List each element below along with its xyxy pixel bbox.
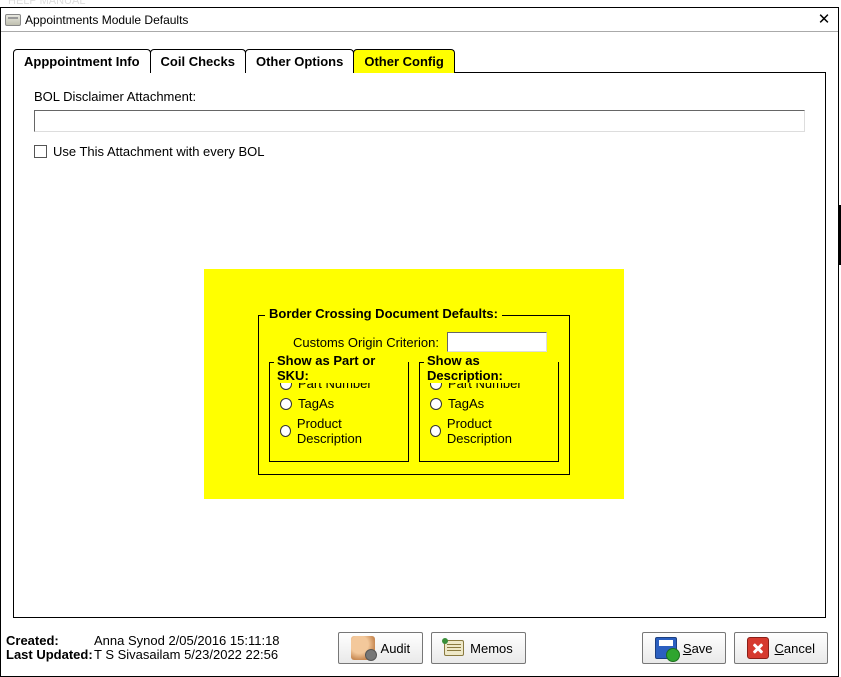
tab-panel-other-config: BOL Disclaimer Attachment: Use This Atta… xyxy=(13,72,826,618)
tab-appointment-info[interactable]: Apppointment Info xyxy=(13,49,151,73)
created-value: Anna Synod 2/05/2016 15:11:18 xyxy=(94,634,280,648)
tabs-container: Apppointment Info Coil Checks Other Opti… xyxy=(13,48,826,618)
radio-option[interactable]: TagAs xyxy=(430,396,548,411)
tab-strip: Apppointment Info Coil Checks Other Opti… xyxy=(13,48,826,72)
save-button-label: Save xyxy=(683,641,713,656)
memos-button[interactable]: Memos xyxy=(431,632,526,664)
app-icon xyxy=(5,14,21,26)
metadata-block: Created:Anna Synod 2/05/2016 15:11:18 La… xyxy=(6,634,280,662)
memos-icon xyxy=(444,640,464,656)
show-as-description-title: Show as Description: xyxy=(424,353,558,383)
bol-use-every-checkbox[interactable] xyxy=(34,145,47,158)
radio-label: TagAs xyxy=(298,396,334,411)
radio-label: Product Description xyxy=(447,416,548,446)
dialog-window: Appointments Module Defaults ✕ Apppointm… xyxy=(0,7,839,677)
highlighted-region: Border Crossing Document Defaults: Custo… xyxy=(204,269,624,499)
background-page-header: HELP MANUAL xyxy=(8,0,85,7)
save-icon xyxy=(655,637,677,659)
save-button[interactable]: Save xyxy=(642,632,726,664)
customs-origin-input[interactable] xyxy=(447,332,547,352)
footer: Created:Anna Synod 2/05/2016 15:11:18 La… xyxy=(6,626,828,670)
tab-coil-checks[interactable]: Coil Checks xyxy=(150,49,246,73)
bol-attachment-input[interactable] xyxy=(34,110,805,132)
customs-origin-row: Customs Origin Criterion: xyxy=(293,332,559,352)
updated-value: T S Sivasailam 5/23/2022 22:56 xyxy=(94,648,278,662)
show-as-description-group: Show as Description: Part Number TagAs P… xyxy=(419,362,559,462)
created-label: Created: xyxy=(6,634,94,648)
bol-label: BOL Disclaimer Attachment: xyxy=(34,89,805,104)
memos-button-label: Memos xyxy=(470,641,513,656)
radio-option[interactable]: TagAs xyxy=(280,396,398,411)
audit-button[interactable]: Audit xyxy=(338,632,424,664)
customs-origin-label: Customs Origin Criterion: xyxy=(293,335,439,350)
cancel-button[interactable]: Cancel xyxy=(734,632,828,664)
window-title: Appointments Module Defaults xyxy=(25,13,814,27)
radio-icon[interactable] xyxy=(430,398,442,410)
updated-label: Last Updated: xyxy=(6,648,94,662)
radio-option[interactable]: Product Description xyxy=(280,416,398,446)
border-crossing-title: Border Crossing Document Defaults: xyxy=(265,306,502,321)
bol-checkbox-label: Use This Attachment with every BOL xyxy=(53,144,264,159)
show-as-part-group: Show as Part or SKU: Part Number TagAs P… xyxy=(269,362,409,462)
radio-label: TagAs xyxy=(448,396,484,411)
radio-label: Product Description xyxy=(297,416,398,446)
audit-button-label: Audit xyxy=(381,641,411,656)
cancel-icon xyxy=(747,637,769,659)
tab-other-config[interactable]: Other Config xyxy=(353,49,454,73)
border-crossing-group: Border Crossing Document Defaults: Custo… xyxy=(258,315,570,475)
radio-columns: Show as Part or SKU: Part Number TagAs P… xyxy=(269,362,559,462)
bol-checkbox-row[interactable]: Use This Attachment with every BOL xyxy=(34,144,805,159)
radio-icon[interactable] xyxy=(280,425,291,437)
audit-icon xyxy=(351,636,375,660)
show-as-part-title: Show as Part or SKU: xyxy=(274,353,408,383)
radio-icon[interactable] xyxy=(430,425,441,437)
tab-other-options[interactable]: Other Options xyxy=(245,49,354,73)
cancel-button-label: Cancel xyxy=(775,641,815,656)
close-icon[interactable]: ✕ xyxy=(814,13,834,27)
radio-icon[interactable] xyxy=(280,398,292,410)
titlebar: Appointments Module Defaults ✕ xyxy=(1,8,838,32)
radio-option[interactable]: Product Description xyxy=(430,416,548,446)
